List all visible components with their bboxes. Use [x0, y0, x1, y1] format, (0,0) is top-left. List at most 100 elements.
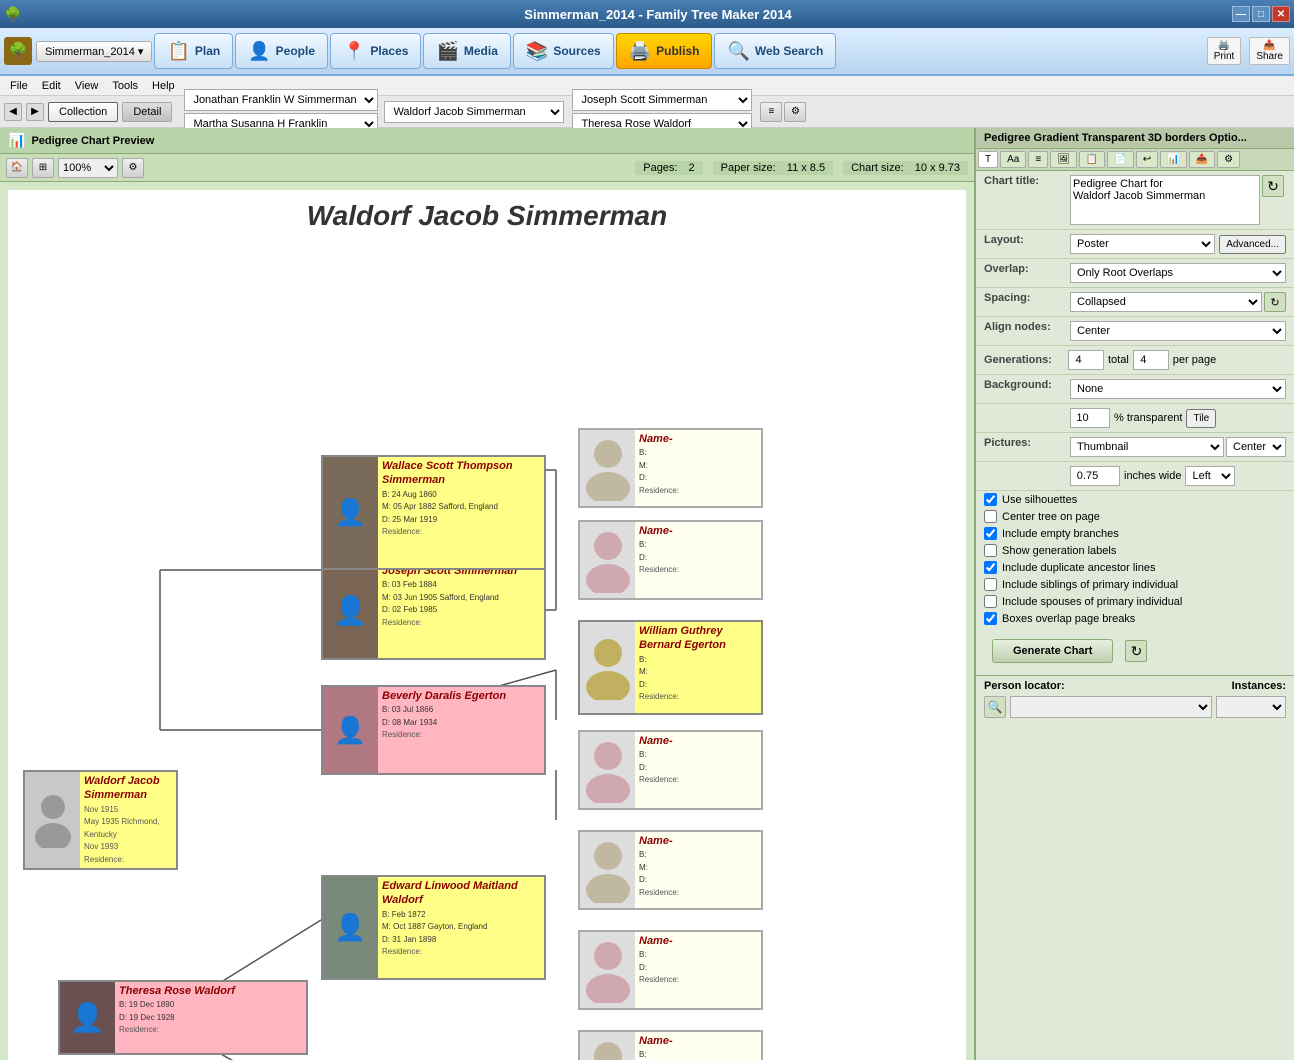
inches-label: inches wide [1124, 470, 1181, 482]
locator-search-icon[interactable]: 🔍 [984, 696, 1006, 718]
zoom-select[interactable]: 100% 75% 50% [58, 158, 118, 178]
show-gen-checkbox[interactable] [984, 544, 997, 557]
align-row: Align nodes: Center Left Right [976, 317, 1294, 346]
include-empty-checkbox[interactable] [984, 527, 997, 540]
panel-tab-settings2[interactable]: ⚙ [1217, 151, 1240, 168]
tab-publish-label: Publish [656, 44, 699, 58]
person-unknown-3[interactable]: Name- B: D: Residence: [578, 730, 763, 810]
forward-button[interactable]: ▶ [26, 103, 44, 121]
tab-websearch[interactable]: 🔍 Web Search [714, 33, 836, 69]
tab-media[interactable]: 🎬 Media [423, 33, 510, 69]
pictures-align-select[interactable]: Center Left Right [1226, 437, 1286, 457]
overlap-select[interactable]: Only Root Overlaps No Overlaps All Overl… [1070, 263, 1286, 283]
person-unknown-2[interactable]: Name- B: D: Residence: [578, 520, 763, 600]
layout-select[interactable]: Poster Book [1070, 234, 1215, 254]
include-siblings-label: Include siblings of primary individual [1002, 579, 1178, 591]
menu-help[interactable]: Help [146, 79, 181, 93]
chart-canvas[interactable]: Waldorf Jacob Simmerman [8, 190, 966, 1060]
panel-tab-image[interactable]: 🖼 [1050, 151, 1077, 168]
panel-tab-export[interactable]: 📤 [1189, 151, 1215, 168]
menu-file[interactable]: File [4, 79, 34, 93]
person-dropdown-1[interactable]: Jonathan Franklin W Simmerman [184, 89, 378, 111]
share-button[interactable]: 📤 Share [1249, 37, 1290, 65]
person-unknown-6[interactable]: Name- B: M: D: Residence: [578, 1030, 763, 1060]
align-select[interactable]: Center Left Right [1070, 321, 1286, 341]
person-unknown-1[interactable]: Name- B: M: D: Residence: [578, 428, 763, 508]
list-view-button[interactable]: ≡ [760, 102, 782, 122]
person-unknown-4[interactable]: Name- B: M: D: Residence: [578, 830, 763, 910]
boxes-overlap-checkbox[interactable] [984, 612, 997, 625]
person-unknown-5[interactable]: Name- B: D: Residence: [578, 930, 763, 1010]
transparent-spinner[interactable] [1070, 408, 1110, 428]
panel-tab-text[interactable]: T [978, 151, 998, 168]
paper-size-info: Paper size: 11 x 8.5 [713, 161, 833, 175]
menu-view[interactable]: View [69, 79, 105, 93]
tab-places[interactable]: 📍 Places [330, 33, 421, 69]
generations-total-spinner[interactable] [1133, 350, 1169, 370]
include-siblings-checkbox[interactable] [984, 578, 997, 591]
title-refresh-btn[interactable]: ↻ [1262, 175, 1284, 197]
include-dup-label: Include duplicate ancestor lines [1002, 562, 1155, 574]
locator-select[interactable] [1010, 696, 1212, 718]
center-tree-checkbox[interactable] [984, 510, 997, 523]
layout-label: Layout: [984, 234, 1064, 246]
pictures-select[interactable]: Thumbnail Large [1070, 437, 1224, 457]
person-edward[interactable]: 👤 Edward Linwood Maitland Waldorf B: Feb… [321, 875, 546, 980]
spacing-refresh-btn[interactable]: ↻ [1264, 292, 1286, 312]
print-icon: 🖨️ [1218, 40, 1230, 51]
person-waldorf-primary[interactable]: Waldorf Jacob Simmerman Nov 1915 May 193… [23, 770, 178, 870]
advanced-button[interactable]: Advanced... [1219, 235, 1286, 254]
tab-publish[interactable]: 🖨️ Publish [616, 33, 713, 69]
collection-button[interactable]: Collection [48, 102, 118, 122]
person-dropdown-2[interactable]: Waldorf Jacob Simmerman [384, 101, 564, 123]
tab-plan[interactable]: 📋 Plan [154, 33, 233, 69]
generations-spinner[interactable] [1068, 350, 1104, 370]
tab-sources-label: Sources [553, 44, 600, 58]
background-select[interactable]: None Color Image [1070, 379, 1286, 399]
instances-label: Instances: [1232, 680, 1286, 692]
instances-select[interactable] [1216, 696, 1286, 718]
panel-tab-align[interactable]: ≡ [1028, 151, 1048, 168]
panel-tab-chart[interactable]: 📊 [1160, 151, 1186, 168]
person-locator-label: Person locator: [984, 680, 1065, 692]
fit-button[interactable]: ⊞ [32, 158, 54, 178]
tab-people[interactable]: 👤 People [235, 33, 328, 69]
panel-tab-paste[interactable]: 📄 [1107, 151, 1133, 168]
chart-toolbar: 🏠 ⊞ 100% 75% 50% ⚙ Pages: 2 Paper size: … [0, 154, 974, 182]
chart-title-value[interactable]: Pedigree Chart for Waldorf Jacob Simmerm… [1070, 175, 1286, 225]
include-dup-checkbox[interactable] [984, 561, 997, 574]
panel-tab-undo[interactable]: ↩ [1136, 151, 1158, 168]
chart-settings-button[interactable]: ⚙ [122, 158, 144, 178]
app-dropdown[interactable]: Simmerman_2014 ▾ [36, 41, 152, 62]
person-william[interactable]: William Guthrey Bernard Egerton B: M: D:… [578, 620, 763, 715]
include-spouses-checkbox[interactable] [984, 595, 997, 608]
generate-refresh-btn[interactable]: ↻ [1125, 640, 1147, 662]
minimize-button[interactable]: — [1232, 6, 1250, 22]
person-dropdown-4[interactable]: Joseph Scott Simmerman [572, 89, 752, 111]
person-wallace[interactable]: 👤 Wallace Scott Thompson Simmerman B: 24… [321, 455, 546, 570]
photo-unknown3 [580, 732, 635, 808]
inches-align-select[interactable]: Left Center Right [1185, 466, 1235, 486]
panel-tab-font[interactable]: Aa [1000, 151, 1026, 168]
home-button[interactable]: 🏠 [6, 158, 28, 178]
detail-button[interactable]: Detail [122, 102, 172, 122]
tile-button[interactable]: Tile [1186, 409, 1216, 428]
spacing-select[interactable]: Collapsed Expanded [1070, 292, 1262, 312]
william-name: William Guthrey Bernard Egerton [639, 624, 757, 653]
panel-tab-copy[interactable]: 📋 [1079, 151, 1105, 168]
maximize-button[interactable]: □ [1252, 6, 1270, 22]
silhouettes-checkbox[interactable] [984, 493, 997, 506]
menu-tools[interactable]: Tools [106, 79, 144, 93]
person-theresa-rose[interactable]: 👤 Theresa Rose Waldorf B: 19 Dec 1890 D:… [58, 980, 308, 1055]
inches-spinner[interactable] [1070, 466, 1120, 486]
menu-edit[interactable]: Edit [36, 79, 67, 93]
generate-chart-button[interactable]: Generate Chart [992, 639, 1113, 663]
settings-view-button[interactable]: ⚙ [784, 102, 806, 122]
print-button[interactable]: 🖨️ Print [1207, 37, 1242, 65]
back-button[interactable]: ◀ [4, 103, 22, 121]
person-beverly[interactable]: 👤 Beverly Daralis Egerton B: 03 Jul 1866… [321, 685, 546, 775]
tab-sources[interactable]: 📚 Sources [513, 33, 614, 69]
person-joseph-scott[interactable]: 👤 Joseph Scott Simmerman B: 03 Feb 1884 … [321, 560, 546, 660]
close-button[interactable]: ✕ [1272, 6, 1290, 22]
chart-title-input[interactable]: Pedigree Chart for Waldorf Jacob Simmerm… [1070, 175, 1260, 225]
